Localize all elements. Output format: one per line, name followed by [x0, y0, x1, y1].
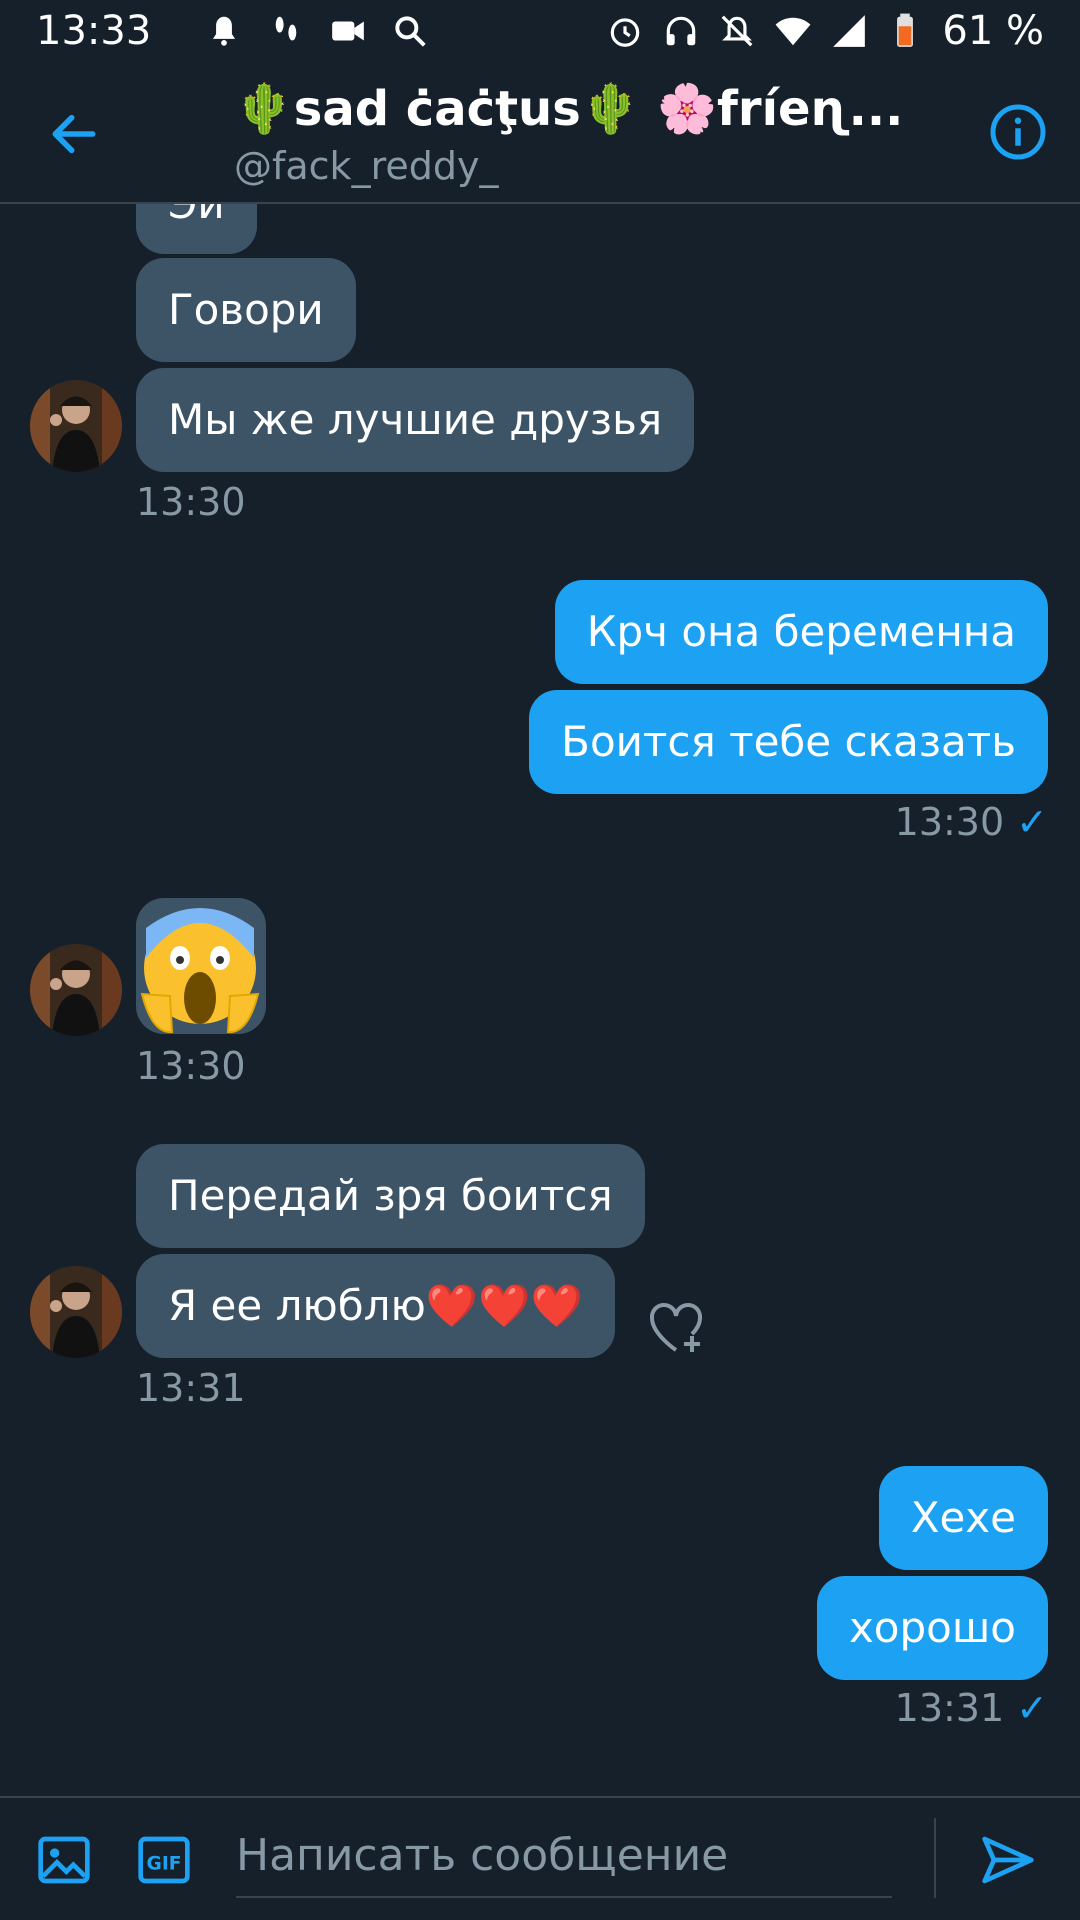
like-heart-icon[interactable]	[648, 1298, 708, 1356]
incoming-message[interactable]: Я ее люблю❤️❤️❤️	[136, 1254, 615, 1358]
alarm-icon	[611, 18, 640, 47]
info-icon[interactable]	[988, 102, 1048, 162]
message-timestamp: 13:31	[136, 1366, 246, 1410]
mute-icon	[722, 15, 753, 47]
status-left: 13:33	[36, 8, 429, 54]
battery-level: 61 %	[942, 8, 1044, 54]
incoming-emoji-message[interactable]	[136, 898, 266, 1034]
headphones-icon	[667, 16, 696, 46]
wifi-icon	[775, 17, 811, 46]
avatar-image	[30, 1266, 122, 1358]
incoming-message[interactable]: Передай зря боится	[136, 1144, 645, 1248]
image-icon[interactable]	[36, 1832, 92, 1888]
conversation-header: 🌵sad ċaċţus🌵 🌸fríeɳ... @fack_reddy_	[0, 62, 1080, 204]
read-check-icon: ✓	[1016, 800, 1048, 844]
steps-icon	[275, 16, 297, 41]
outgoing-message[interactable]: Хехе	[878, 1466, 1048, 1570]
send-icon[interactable]	[980, 1832, 1036, 1888]
battery-icon	[897, 13, 914, 47]
conversation-handle[interactable]: @fack_reddy_	[234, 144, 498, 188]
status-time: 13:33	[36, 8, 152, 54]
message-timestamp-row: 13:30 ✓	[895, 800, 1048, 844]
read-check-icon: ✓	[1016, 1686, 1048, 1730]
outgoing-message[interactable]: Боится тебе сказать	[529, 690, 1048, 794]
gif-icon[interactable]: GIF	[136, 1832, 192, 1888]
avatar[interactable]	[30, 944, 122, 1036]
avatar[interactable]	[30, 380, 122, 472]
message-timestamp: 13:30	[136, 480, 246, 524]
search-icon	[395, 16, 426, 47]
outgoing-message[interactable]: хорошо	[816, 1576, 1048, 1680]
status-bar: 13:33 61 %	[0, 0, 1080, 62]
video-icon	[332, 21, 365, 41]
composer-divider	[934, 1818, 936, 1898]
avatar[interactable]	[30, 1266, 122, 1358]
message-timestamp: 13:30	[136, 1044, 246, 1088]
outgoing-message[interactable]: Крч она беременна	[554, 580, 1048, 684]
signal-icon	[833, 15, 866, 47]
message-timestamp: 13:30	[894, 800, 1005, 844]
message-list[interactable]: Эй Говори Мы же лучшие друзья 13:30 Крч …	[0, 204, 1080, 1796]
incoming-message[interactable]: Эй	[136, 204, 257, 254]
incoming-message[interactable]: Говори	[136, 258, 356, 362]
message-timestamp: 13:31	[894, 1686, 1005, 1730]
incoming-message[interactable]: Мы же лучшие друзья	[136, 368, 695, 472]
avatar-image	[30, 944, 122, 1036]
svg-text:GIF: GIF	[147, 1853, 182, 1874]
message-input[interactable]: Написать сообщение	[236, 1822, 892, 1898]
avatar-image	[30, 380, 122, 472]
conversation-title[interactable]: 🌵sad ċaċţus🌵 🌸fríeɳ...	[234, 80, 904, 137]
back-arrow-icon[interactable]	[46, 106, 102, 162]
status-right: 61 %	[606, 8, 1044, 54]
notification-icon	[213, 16, 236, 46]
screaming-face-icon	[140, 908, 260, 1034]
message-composer: GIF Написать сообщение	[0, 1796, 1080, 1920]
message-timestamp-row: 13:31 ✓	[895, 1686, 1048, 1730]
